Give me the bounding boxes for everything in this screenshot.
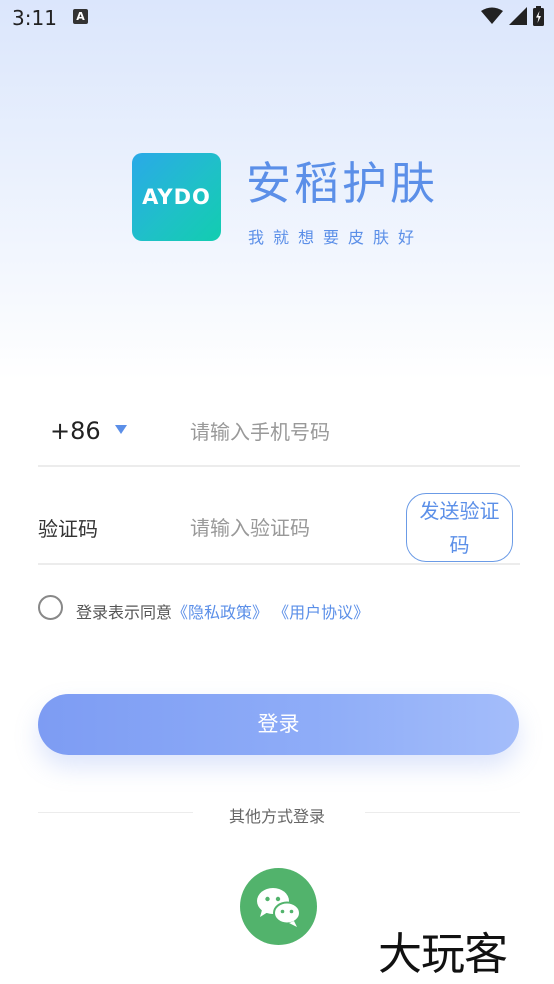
country-code-selector[interactable]: +86: [50, 417, 101, 445]
code-label: 验证码: [38, 517, 98, 541]
agreement-prefix: 登录表示同意: [76, 603, 173, 622]
agreement-text: 登录表示同意《隐私政策》 《用户协议》: [76, 599, 369, 623]
caret-down-icon[interactable]: [115, 425, 127, 434]
login-button[interactable]: 登录: [38, 694, 519, 755]
status-icons: [481, 6, 544, 26]
brand-name: 安稻护肤: [246, 157, 439, 210]
battery-icon: [533, 6, 544, 26]
phone-input[interactable]: [190, 412, 510, 452]
agree-radio[interactable]: [38, 595, 63, 620]
phone-divider: [38, 465, 520, 467]
wifi-icon: [481, 7, 503, 24]
send-code-button[interactable]: 发送验证码: [406, 493, 513, 562]
watermark-text: 大玩客: [378, 929, 508, 980]
app-logo: AYDO: [132, 153, 221, 241]
signal-icon: [509, 7, 527, 25]
wechat-icon: [257, 888, 301, 927]
notification-icon: A: [73, 9, 88, 24]
status-time: 3:11: [12, 6, 57, 30]
user-agreement-link[interactable]: 《用户协议》: [273, 603, 369, 622]
logo-text: AYDO: [142, 185, 211, 209]
wechat-login-button[interactable]: [240, 868, 317, 945]
code-input[interactable]: [190, 508, 395, 548]
code-divider: [38, 563, 520, 565]
brand-slogan: 我就想要皮肤好: [248, 228, 424, 247]
privacy-policy-link[interactable]: 《隐私政策》: [172, 603, 268, 622]
other-login-label: 其他方式登录: [228, 807, 325, 826]
